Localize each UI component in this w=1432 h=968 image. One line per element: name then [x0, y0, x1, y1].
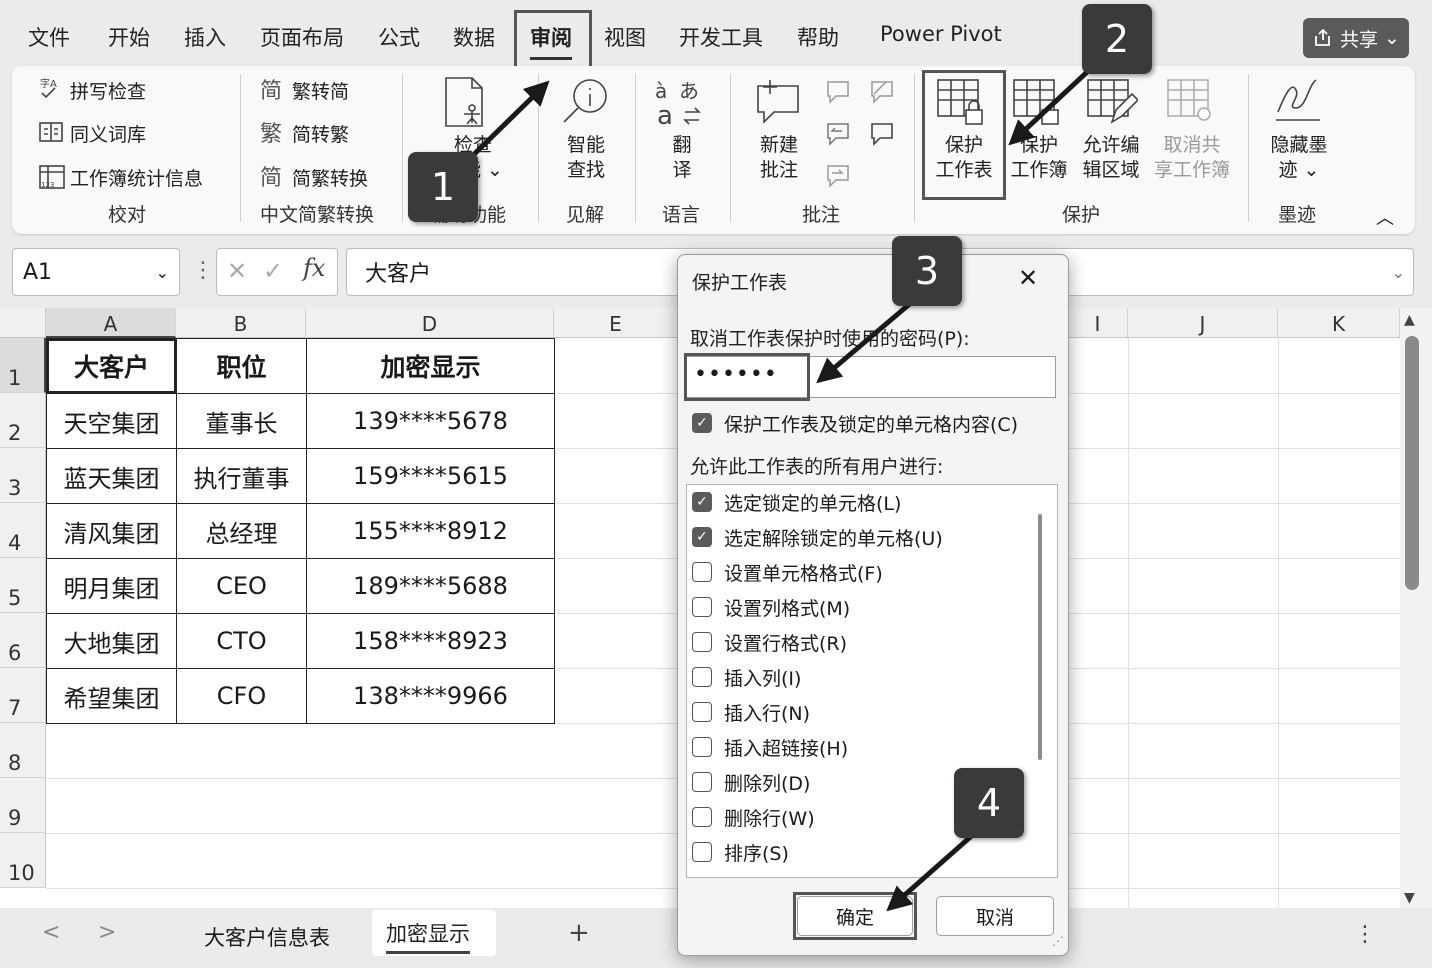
- annotation-arrows: [458, 58, 1102, 912]
- arrow-4: [886, 830, 978, 912]
- callout-1: 1: [408, 152, 478, 222]
- arrow-3: [816, 300, 914, 384]
- callout-2: 2: [1082, 4, 1152, 74]
- callout-4: 4: [954, 768, 1024, 838]
- callout-3: 3: [892, 236, 962, 306]
